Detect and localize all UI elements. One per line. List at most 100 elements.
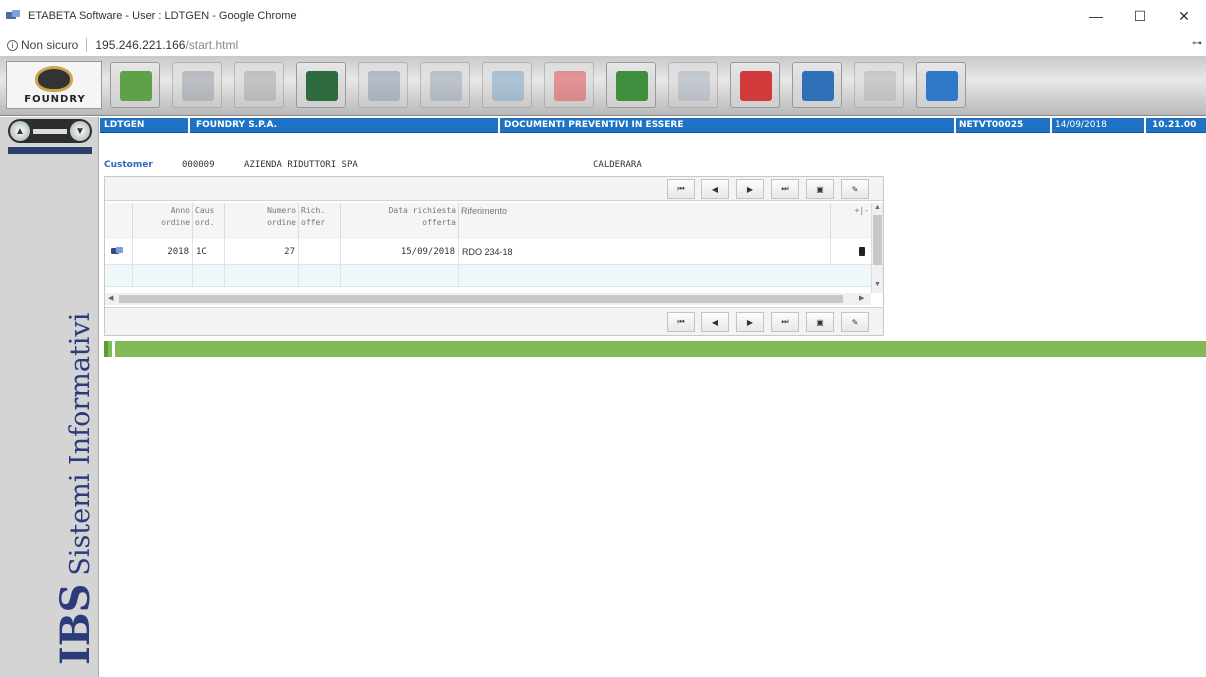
prev-page-button[interactable]: ◀ [701, 312, 729, 332]
app-icon [6, 10, 22, 22]
card-hand-button[interactable] [110, 62, 160, 108]
scroll-down-icon[interactable]: ▼ [70, 121, 90, 141]
header-date: 14/09/2018 [1055, 120, 1107, 130]
delete-x-button[interactable] [544, 62, 594, 108]
grid-header: Anno ordine Caus ord. Numero ordine Rich. of… [105, 203, 871, 239]
box-button[interactable] [234, 62, 284, 108]
row-selector[interactable] [105, 239, 133, 265]
empty-cell [225, 265, 299, 287]
next-page-button[interactable]: ▶ [736, 179, 764, 199]
box-icon [244, 71, 276, 101]
url-path[interactable]: /start.html [185, 38, 238, 52]
empty-cell [133, 265, 193, 287]
row-arrow-icon[interactable] [111, 247, 123, 255]
column-header-numero[interactable]: Numero ordine [225, 203, 299, 239]
print-icon [864, 71, 896, 101]
last-page-button[interactable]: ⏭ [771, 179, 799, 199]
nav-track [33, 128, 67, 134]
close-button[interactable]: ✕ [1162, 0, 1206, 32]
header-separator [1050, 118, 1052, 133]
column-header-add-remove[interactable]: +|- [831, 203, 871, 239]
last-page-button[interactable]: ⏭ [771, 312, 799, 332]
status-bar-marker [112, 341, 115, 357]
next-page-button[interactable]: ▶ [736, 312, 764, 332]
horizontal-scrollbar[interactable]: ◀ ▶ [105, 293, 871, 305]
window-title: ETABETA Software - User : LDTGEN - Googl… [28, 10, 297, 22]
header-separator [1144, 118, 1146, 133]
app-toolbar: FOUNDRY [0, 56, 1206, 116]
security-label[interactable]: Non sicuro [21, 38, 78, 52]
money-button[interactable] [296, 62, 346, 108]
info-icon[interactable]: i [7, 39, 18, 51]
scroll-right-arrow-icon[interactable]: ▶ [859, 294, 864, 302]
vertical-scroll-thumb[interactable] [873, 215, 882, 265]
pdf-button[interactable] [730, 62, 780, 108]
window-controls: — ☐ ✕ [1074, 0, 1206, 32]
status-bar [104, 341, 1206, 357]
cell-anno: 2018 [133, 239, 193, 265]
customer-code: 000009 [182, 160, 215, 170]
globe-button[interactable] [482, 62, 532, 108]
cell-numero: 27 [225, 239, 299, 265]
doc-button[interactable] [668, 62, 718, 108]
edit-button[interactable]: ✎ [841, 312, 869, 332]
column-header-anno[interactable]: Anno ordine [133, 203, 193, 239]
header-separator [498, 118, 500, 133]
cell-rich [299, 239, 341, 265]
edit-button[interactable]: ✎ [841, 179, 869, 199]
delete-x-icon [554, 71, 586, 101]
prev-page-button[interactable]: ◀ [701, 179, 729, 199]
nav-pill: ▲ ▼ [8, 119, 92, 143]
chart-button[interactable] [420, 62, 470, 108]
cell-actions [831, 239, 871, 265]
foundry-logo[interactable]: FOUNDRY [6, 61, 102, 109]
bottom-pager: ⏮ ◀ ▶ ⏭ ▣ ✎ [105, 307, 883, 335]
column-header-data[interactable]: Data richiesta offerta [341, 203, 459, 239]
minimize-button[interactable]: — [1074, 0, 1118, 32]
url-host[interactable]: 195.246.221.166 [95, 38, 185, 52]
customer-name: AZIENDA RIDUTTORI SPA [244, 160, 358, 170]
column-header-line2: ordine [161, 218, 190, 227]
browser-title-bar: ETABETA Software - User : LDTGEN - Googl… [0, 0, 1206, 32]
horizontal-scroll-thumb[interactable] [119, 295, 843, 303]
header-info-bar: LDTGEN FOUNDRY S.P.A. DOCUMENTI PREVENTI… [100, 118, 1206, 133]
column-header-line1: Rich. [301, 206, 326, 215]
column-header-caus[interactable]: Caus ord. [193, 203, 225, 239]
logo-emblem-icon [35, 66, 73, 92]
status-bar-marker [104, 341, 108, 357]
column-header-riferimento[interactable]: Riferimento [459, 203, 831, 239]
address-bar[interactable]: i Non sicuro 195.246.221.166/start.html … [0, 34, 1206, 56]
column-header-line1: Anno [170, 206, 190, 215]
info-button[interactable] [916, 62, 966, 108]
header-separator [188, 118, 190, 133]
refresh-button[interactable] [792, 62, 842, 108]
top-pager: ⏮ ◀ ▶ ⏭ ▣ ✎ [105, 177, 883, 201]
info-icon [926, 71, 958, 101]
scroll-up-arrow-icon[interactable]: ▲ [874, 204, 881, 211]
disc-button[interactable] [172, 62, 222, 108]
column-header-line2: ord. [195, 218, 215, 227]
ibs-tagline: Sistemi Informativi [65, 312, 96, 576]
first-page-button[interactable]: ⏮ [667, 179, 695, 199]
logo-brand: FOUNDRY [24, 94, 86, 105]
scroll-down-arrow-icon[interactable]: ▼ [874, 281, 881, 288]
key-icon[interactable]: ⊶ [1192, 38, 1202, 49]
scroll-left-arrow-icon[interactable]: ◀ [108, 294, 113, 302]
column-header-line1: Riferimento [461, 206, 508, 216]
excel-button[interactable] [606, 62, 656, 108]
column-header-line1: Data richiesta [388, 206, 456, 215]
export-excel-button[interactable]: ▣ [806, 312, 834, 332]
print-button[interactable] [854, 62, 904, 108]
scroll-up-icon[interactable]: ▲ [10, 121, 30, 141]
column-header-rich[interactable]: Rich. offer [299, 203, 341, 239]
refresh-icon [802, 71, 834, 101]
card-hand-icon [120, 71, 152, 101]
trash-icon[interactable] [859, 247, 865, 256]
vertical-scrollbar[interactable]: ▲ ▼ [871, 203, 883, 293]
doc-icon [678, 71, 710, 101]
export-excel-button[interactable]: ▣ [806, 179, 834, 199]
maximize-button[interactable]: ☐ [1118, 0, 1162, 32]
table-row[interactable]: 2018 1C 27 15/09/2018 RDO 234-18 [105, 239, 871, 265]
grid-button[interactable] [358, 62, 408, 108]
first-page-button[interactable]: ⏮ [667, 312, 695, 332]
